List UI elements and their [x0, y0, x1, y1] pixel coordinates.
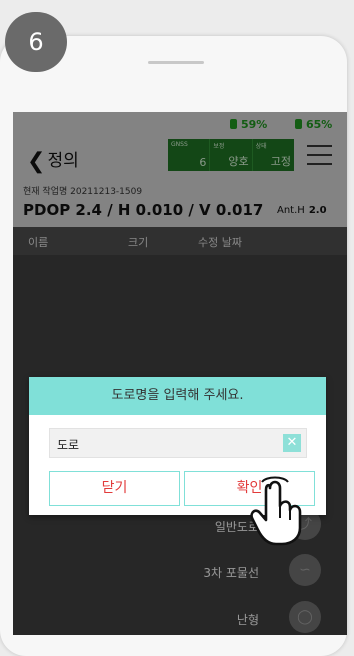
tap-hand-icon: [250, 476, 302, 546]
app-screen: 59% 65% ❮ 정의 GNSS 6 보정 양호 상태 고정 현재 작업명 20…: [13, 112, 347, 635]
step-number-badge: 6: [5, 12, 67, 72]
phone-speaker: [148, 61, 204, 64]
road-name-input[interactable]: 도로 ✕: [49, 428, 307, 458]
road-name-value: 도로: [57, 438, 80, 452]
close-button[interactable]: 닫기: [49, 471, 180, 506]
modal-overlay: [13, 112, 347, 635]
clear-icon[interactable]: ✕: [283, 434, 301, 452]
dialog-title: 도로명을 입력해 주세요.: [29, 377, 326, 415]
